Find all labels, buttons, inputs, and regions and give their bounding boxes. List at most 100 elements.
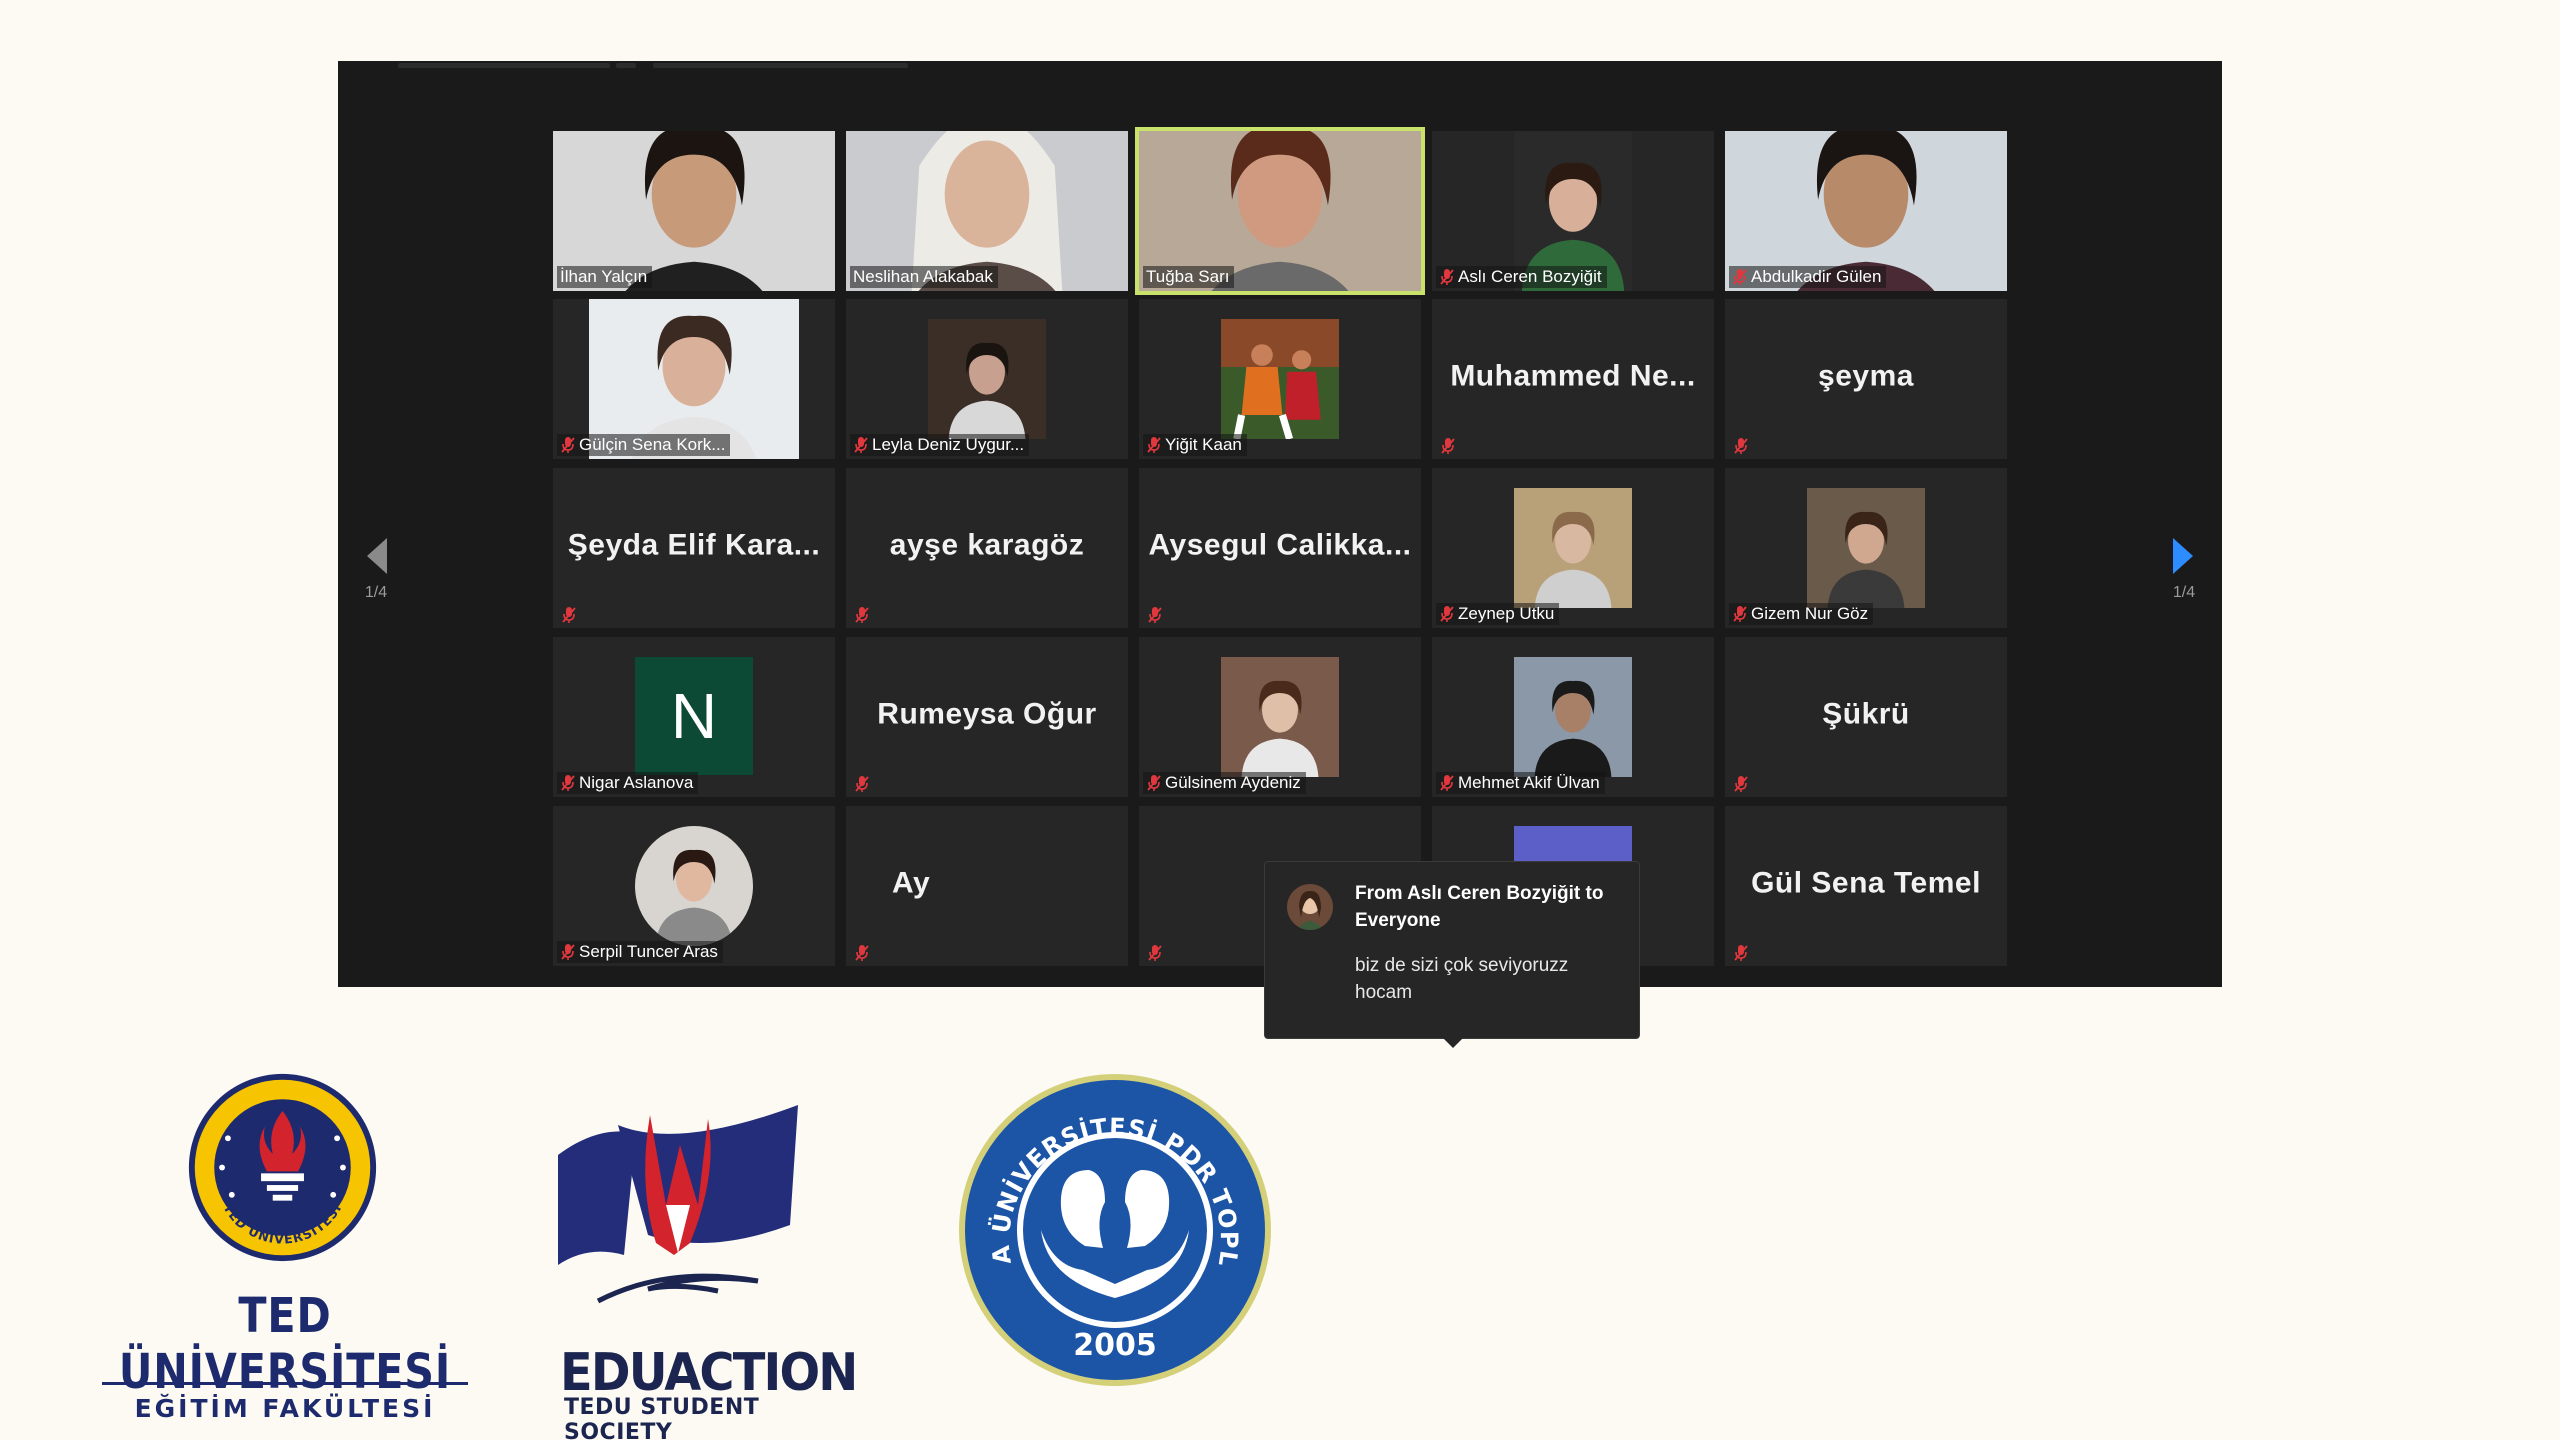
muted-indicator — [854, 775, 870, 793]
participant-tile[interactable]: Gülsinem Aydeniz — [1139, 637, 1421, 797]
chevron-left-icon — [367, 538, 387, 574]
participant-name: Leyla Deniz Uygur... — [872, 435, 1025, 454]
muted-microphone-icon — [561, 437, 575, 453]
muted-microphone-icon — [855, 945, 869, 961]
muted-microphone-icon — [1148, 945, 1162, 961]
svg-text:2005: 2005 — [1073, 1328, 1157, 1363]
muted-indicator — [561, 606, 577, 624]
participant-tile[interactable]: Gizem Nur Göz — [1725, 468, 2007, 628]
video-gallery-grid: İlhan Yalçın Neslihan Alakabak Tuğba Sarı A… — [553, 127, 2007, 966]
muted-microphone-icon — [1734, 438, 1748, 454]
participant-display-name: Şeyda Elif Kara... — [567, 528, 821, 562]
muted-microphone-icon — [1441, 438, 1455, 454]
participant-video — [1807, 488, 1925, 608]
participant-video — [1221, 319, 1339, 439]
participant-name: Aslı Ceren Bozyiğit — [1458, 267, 1602, 286]
muted-microphone-icon — [1147, 775, 1161, 791]
ted-university-logo: TED ÜNİVERSİTESİ TED ÜNİVERSİTESİ EĞİTİM… — [90, 1070, 480, 1440]
eduaction-logo: EDUACTION TEDU STUDENT SOCIETY — [558, 1105, 858, 1440]
participant-name-label: Tuğba Sarı — [1143, 266, 1235, 288]
participant-video — [1221, 657, 1339, 777]
muted-microphone-icon — [1733, 269, 1747, 285]
chat-notification[interactable]: From Aslı Ceren Bozyiğit to Everyone biz… — [1264, 861, 1640, 1048]
eduaction-subtitle: TEDU STUDENT SOCIETY — [564, 1395, 760, 1440]
participant-video — [1514, 657, 1632, 777]
participant-tile[interactable]: Aysegul Calikka... — [1139, 468, 1421, 628]
participant-tile[interactable]: Abdulkadir Gülen — [1725, 131, 2007, 291]
participant-tile[interactable]: Gül Sena Temel — [1725, 806, 2007, 966]
muted-microphone-icon — [561, 944, 575, 960]
participant-display-name: Muhammed Ne... — [1450, 359, 1696, 393]
participant-avatar-initial: N — [635, 657, 753, 775]
participant-video — [1514, 488, 1632, 608]
participant-name: Mehmet Akif Ülvan — [1458, 773, 1600, 792]
participant-name: Yiğit Kaan — [1165, 435, 1242, 454]
page-indicator-left: 1/4 — [364, 584, 388, 601]
participant-name-label: Gizem Nur Göz — [1729, 603, 1874, 625]
muted-indicator — [854, 606, 870, 624]
previous-page-button[interactable] — [346, 526, 406, 586]
ankara-pdr-logo: ANKARA ÜNİVERSİTESİ PDR TOPLULUĞU 2005 — [955, 1070, 1275, 1390]
muted-microphone-icon — [1733, 606, 1747, 622]
muted-microphone-icon — [561, 775, 575, 791]
participant-tile[interactable]: Muhammed Ne... — [1432, 299, 1714, 459]
muted-indicator — [1733, 437, 1749, 455]
participant-name: Gülçin Sena Kork... — [579, 435, 726, 454]
participant-tile[interactable]: Aslı Ceren Bozyiğit — [1432, 131, 1714, 291]
participant-name-label: Zeynep Utku — [1436, 603, 1560, 625]
ted-divider — [102, 1382, 468, 1385]
participant-tile[interactable]: Şükrü — [1725, 637, 2007, 797]
muted-microphone-icon — [1734, 776, 1748, 792]
participant-name-label: Serpil Tuncer Aras — [557, 941, 723, 963]
muted-microphone-icon — [1440, 606, 1454, 622]
participant-tile[interactable]: Ay — [846, 806, 1128, 966]
participant-name: Tuğba Sarı — [1146, 267, 1230, 286]
pdr-seal-icon: ANKARA ÜNİVERSİTESİ PDR TOPLULUĞU 2005 — [955, 1070, 1271, 1386]
participant-name-label: Nigar Aslanova — [557, 772, 699, 794]
participant-tile[interactable]: Tuğba Sarı — [1135, 127, 1425, 295]
muted-microphone-icon — [1734, 945, 1748, 961]
participant-tile[interactable]: Neslihan Alakabak — [846, 131, 1128, 291]
participant-tile[interactable]: Serpil Tuncer Aras — [553, 806, 835, 966]
muted-microphone-icon — [1440, 269, 1454, 285]
participant-tile[interactable]: Zeynep Utku — [1432, 468, 1714, 628]
participant-tile[interactable]: Leyla Deniz Uygur... — [846, 299, 1128, 459]
participant-name: Neslihan Alakabak — [853, 267, 993, 286]
participant-tile[interactable]: Yiğit Kaan — [1139, 299, 1421, 459]
participant-name-label: Gülçin Sena Kork... — [557, 434, 731, 456]
muted-indicator — [1440, 437, 1456, 455]
participant-tile[interactable]: Mehmet Akif Ülvan — [1432, 637, 1714, 797]
participant-display-name: Aysegul Calikka... — [1148, 528, 1412, 562]
muted-microphone-icon — [562, 607, 576, 623]
toolbar-hint — [398, 61, 908, 69]
ted-faculty-name: EĞİTİM FAKÜLTESİ — [134, 1394, 436, 1423]
participant-name: Abdulkadir Gülen — [1751, 267, 1882, 286]
muted-indicator — [1147, 944, 1163, 962]
participant-name-label: Leyla Deniz Uygur... — [850, 434, 1030, 456]
muted-microphone-icon — [855, 776, 869, 792]
participant-name-label: Abdulkadir Gülen — [1729, 266, 1887, 288]
muted-indicator — [854, 944, 870, 962]
participant-display-name: Gül Sena Temel — [1751, 866, 1981, 900]
participant-tile[interactable]: ayşe karagöz — [846, 468, 1128, 628]
muted-indicator — [1147, 606, 1163, 624]
muted-microphone-icon — [1147, 437, 1161, 453]
participant-display-name: Şükrü — [1822, 697, 1910, 731]
muted-microphone-icon — [855, 607, 869, 623]
participant-name: Gülsinem Aydeniz — [1165, 773, 1301, 792]
page-indicator-right: 1/4 — [2172, 584, 2196, 601]
chat-message: biz de sizi çok seviyoruzz hocam — [1355, 955, 1569, 1003]
participant-video — [928, 319, 1046, 439]
participant-tile[interactable]: Rumeysa Oğur — [846, 637, 1128, 797]
participant-tile[interactable]: N Nigar Aslanova — [553, 637, 835, 797]
participant-tile[interactable]: Gülçin Sena Kork... — [553, 299, 835, 459]
participant-name-label: Gülsinem Aydeniz — [1143, 772, 1306, 794]
participant-tile[interactable]: Şeyda Elif Kara... — [553, 468, 835, 628]
muted-microphone-icon — [1440, 775, 1454, 791]
next-page-button[interactable] — [2154, 526, 2214, 586]
participant-tile[interactable]: şeyma — [1725, 299, 2007, 459]
muted-microphone-icon — [1148, 607, 1162, 623]
participant-name-label: Neslihan Alakabak — [850, 266, 998, 288]
participant-tile[interactable]: İlhan Yalçın — [553, 131, 835, 291]
participant-name: Gizem Nur Göz — [1751, 604, 1869, 623]
